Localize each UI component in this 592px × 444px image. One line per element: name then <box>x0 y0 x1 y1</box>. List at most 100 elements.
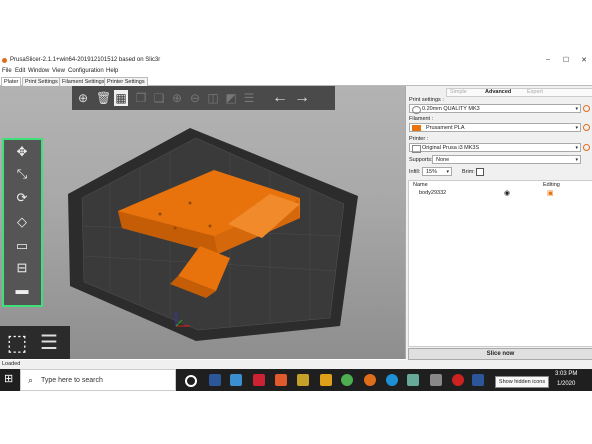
app2-icon[interactable] <box>407 374 419 386</box>
arrange-icon[interactable]: ▦ <box>114 90 128 106</box>
menu-file[interactable]: File <box>2 68 12 74</box>
filament-label: Filament : <box>409 116 434 122</box>
preview-icon[interactable]: ☰ <box>35 329 63 357</box>
instance-add-icon[interactable]: ⊕ <box>170 90 184 106</box>
filament-color-swatch <box>412 125 421 131</box>
prusa-logo-icon <box>2 58 7 63</box>
window-title: PrusaSlicer-2.1.1+win64-201912101512 bas… <box>10 57 161 63</box>
mail-icon[interactable] <box>230 374 242 386</box>
infill-select[interactable]: 15% ▾ <box>422 167 452 176</box>
rotate-icon[interactable]: ⟳ <box>8 190 36 206</box>
chrome-icon[interactable] <box>341 374 353 386</box>
undo-icon[interactable]: ← <box>272 90 288 106</box>
menu-configuration[interactable]: Configuration <box>68 68 104 74</box>
chevron-down-icon: ▾ <box>575 145 578 151</box>
split-parts-icon[interactable]: ◩ <box>224 90 238 106</box>
chevron-down-icon: ▾ <box>575 106 578 112</box>
fusion-icon[interactable] <box>275 374 287 386</box>
infill-label: Infill: <box>409 169 421 175</box>
cortana-icon[interactable] <box>185 375 197 387</box>
tab-plater[interactable]: Plater <box>1 77 22 86</box>
task-view-icon[interactable] <box>209 374 221 386</box>
tab-bar: Plater Print Settings Filament Settings … <box>0 76 592 86</box>
view-toggle: ⬚ ☰ <box>0 326 70 359</box>
supports-value: None <box>436 157 450 163</box>
gizmo-toolbar: ✥ ⤡ ⟳ ◇ ▭ ⊟ ▬ <box>2 138 43 307</box>
clock-date: 1/2020 <box>557 381 576 387</box>
menu-view[interactable]: View <box>52 68 65 74</box>
close-button[interactable]: ✕ <box>576 56 592 66</box>
gear-icon[interactable] <box>583 105 590 112</box>
mode-simple[interactable]: Simple <box>450 89 467 95</box>
object-row[interactable]: body29332 ◉ ▣ <box>409 189 592 198</box>
clock-time: 3:03 PM <box>555 371 578 377</box>
tooltip: Show hidden icons <box>495 376 549 388</box>
add-icon[interactable]: ⊕ <box>76 90 90 106</box>
split-objects-icon[interactable]: ◫ <box>206 90 220 106</box>
search-icon: ⌕ <box>28 375 34 385</box>
menu-help[interactable]: Help <box>106 68 118 74</box>
printer-label: Printer : <box>409 136 429 142</box>
print-settings-select[interactable]: 0.20mm QUALITY MK3 ▾ <box>409 104 581 114</box>
print-settings-label: Print settings : <box>409 97 444 103</box>
delete-icon[interactable]: 🗑 <box>96 90 111 106</box>
taskbar-search[interactable]: ⌕ Type here to search <box>20 369 176 391</box>
title-bar: PrusaSlicer-2.1.1+win64-201912101512 bas… <box>0 55 592 67</box>
tab-filament-settings[interactable]: Filament Settings <box>59 77 108 86</box>
mode-advanced[interactable]: Advanced <box>485 89 511 95</box>
3d-view-icon[interactable]: ⬚ <box>3 329 31 357</box>
printer-value: Original Prusa i3 MK3S <box>422 145 480 151</box>
prusaslicer-icon[interactable] <box>364 374 376 386</box>
tab-print-settings[interactable]: Print Settings <box>22 77 61 86</box>
mode-switch: Simple Advanced Expert <box>446 88 592 97</box>
brim-checkbox[interactable] <box>476 168 484 176</box>
print-bed-scene <box>68 128 358 341</box>
instance-remove-icon[interactable]: ⊖ <box>188 90 202 106</box>
eye-icon[interactable]: ◉ <box>504 189 510 197</box>
filament-select[interactable]: Prusament PLA ▾ <box>409 123 581 132</box>
file-explorer-icon[interactable] <box>297 374 309 386</box>
tab-printer-settings[interactable]: Printer Settings <box>104 77 148 86</box>
object-name: body29332 <box>419 190 447 196</box>
printer-select[interactable]: Original Prusa i3 MK3S ▾ <box>409 143 581 153</box>
move-icon[interactable]: ✥ <box>8 144 36 160</box>
top-toolbar: ⊕ 🗑 ▦ ❐ ❏ ⊕ ⊖ ◫ ◩ ☰ ← → <box>72 86 335 110</box>
infill-value: 15% <box>426 169 438 175</box>
chevron-down-icon: ▾ <box>575 125 578 131</box>
paste-icon[interactable]: ❏ <box>152 90 166 106</box>
scale-icon[interactable]: ⤡ <box>8 166 36 182</box>
support-points-icon[interactable]: ⊟ <box>8 260 36 276</box>
place-on-face-icon[interactable]: ◇ <box>8 214 36 230</box>
gear-icon[interactable] <box>583 124 590 131</box>
edit-icon[interactable]: ▣ <box>547 189 554 197</box>
edge-icon[interactable] <box>386 374 398 386</box>
layers-editing-icon[interactable]: ☰ <box>242 90 256 106</box>
supports-select[interactable]: None ▾ <box>432 155 581 164</box>
windows-start-icon[interactable]: ⊞ <box>4 374 15 385</box>
menu-window[interactable]: Window <box>28 68 49 74</box>
brim-label: Brim: <box>462 169 475 175</box>
copy-icon[interactable]: ❐ <box>134 90 148 106</box>
cut-icon[interactable]: ▭ <box>8 238 36 254</box>
menu-bar: File Edit Window View Configuration Help <box>0 67 592 76</box>
slice-now-button[interactable]: Slice now <box>408 348 592 360</box>
app4-icon[interactable] <box>452 374 464 386</box>
column-name: Name <box>413 182 428 188</box>
3d-viewport[interactable]: ⊕ 🗑 ▦ ❐ ❏ ⊕ ⊖ ◫ ◩ ☰ ← → ✥ ⤡ ⟳ ◇ ▭ ⊟ ▬ ⬚ … <box>0 86 405 359</box>
redo-icon[interactable]: → <box>294 90 310 106</box>
menu-edit[interactable]: Edit <box>15 68 25 74</box>
app3-icon[interactable] <box>430 374 442 386</box>
print-settings-value: 0.20mm QUALITY MK3 <box>422 106 480 112</box>
printer-icon <box>412 145 421 153</box>
app-icon[interactable] <box>253 374 265 386</box>
maximize-button[interactable]: ☐ <box>558 56 574 66</box>
filament-value: Prusament PLA <box>426 125 465 131</box>
sidebar: Simple Advanced Expert Print settings : … <box>405 86 592 360</box>
gear-icon[interactable] <box>583 144 590 151</box>
folder-icon[interactable] <box>320 374 332 386</box>
layer-view-icon[interactable]: ▬ <box>8 282 36 298</box>
word-icon[interactable] <box>472 374 484 386</box>
mode-expert[interactable]: Expert <box>527 89 543 95</box>
search-placeholder: Type here to search <box>41 377 103 384</box>
minimize-button[interactable]: – <box>540 56 556 66</box>
